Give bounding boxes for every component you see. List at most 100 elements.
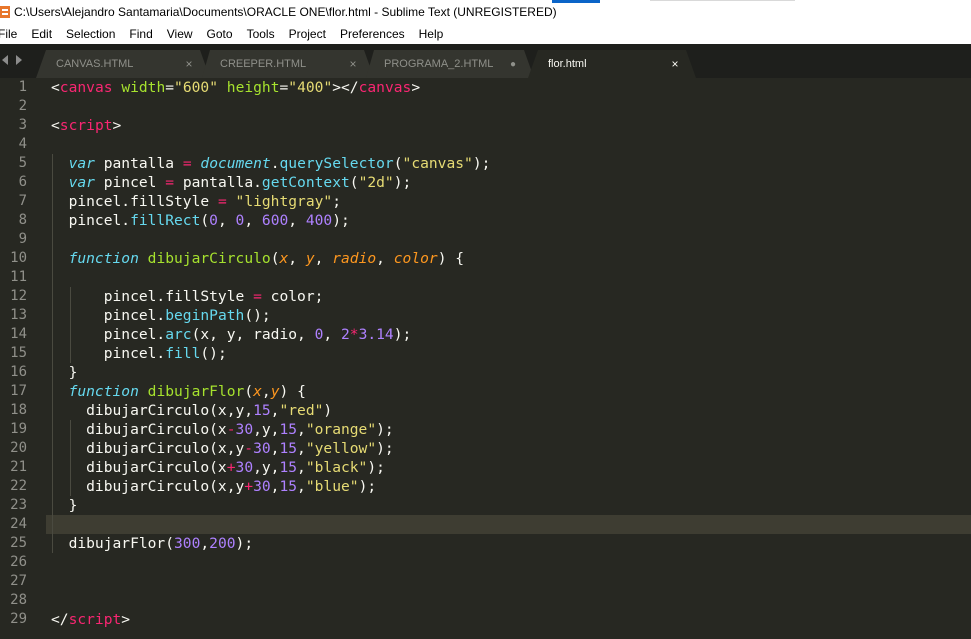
code-line[interactable]: function dibujarCirculo(x, y, radio, col… [51,249,464,268]
code-line[interactable]: dibujarCirculo(x+30,y,15,"black"); [51,458,385,477]
code-line[interactable]: pincel.fill(); [51,344,227,363]
line-number: 22 [10,478,27,494]
tab-close-icon[interactable]: × [664,57,686,71]
line-number: 20 [10,440,27,456]
code-token: } [51,497,78,514]
menu-help[interactable]: Help [412,24,451,44]
code-line[interactable]: pincel.fillRect(0, 0, 600, 400); [51,211,350,230]
code-token: dibujarCirculo [147,250,271,267]
code-token: pincel. [51,345,166,362]
code-token: dibujarFlor( [51,535,175,552]
line-number: 7 [18,193,27,209]
code-token: < [51,79,60,96]
current-line-highlight [46,515,971,534]
menu-selection[interactable]: Selection [59,24,122,44]
code-token: dibujarFlor [147,383,245,400]
menu-preferences[interactable]: Preferences [333,24,412,44]
code-line[interactable]: function dibujarFlor(x,y) { [51,382,306,401]
menu-project[interactable]: Project [282,24,333,44]
tab-close-icon[interactable]: × [342,57,364,71]
window-title-bar[interactable]: C:\Users\Alejandro Santamaria\Documents\… [0,0,971,24]
code-token: 0 [209,212,218,229]
code-token: } [51,364,78,381]
code-line[interactable]: var pincel = pantalla.getContext("2d"); [51,173,412,192]
menu-find[interactable]: Find [122,24,159,44]
code-token: getContext [261,174,350,191]
code-token: x [253,383,262,400]
code-token: ); [472,155,491,172]
line-number: 16 [10,364,27,380]
code-line[interactable]: pincel.fillStyle = color; [51,287,324,306]
code-token: , [200,535,210,552]
code-token: pantalla [94,155,183,172]
code-token: + [244,478,254,495]
code-line[interactable]: pincel.arc(x, y, radio, 0, 2*3.14); [51,325,412,344]
tab-label: CREEPER.HTML [220,58,307,70]
code-token: function [68,250,139,267]
code-line[interactable]: dibujarFlor(300,200); [51,534,254,553]
code-token: - [226,421,236,438]
code-token: , [323,326,341,343]
code-token: = [182,155,192,172]
indent-guide [70,287,71,363]
tab-edge [366,50,374,78]
code-line[interactable]: dibujarCirculo(x,y-30,15,"yellow"); [51,439,394,458]
code-token: arc [165,326,192,343]
code-token: dibujarCirculo(x,y, [51,402,254,419]
code-token: ); [393,326,412,343]
code-token: ); [376,440,394,457]
code-token: dibujarCirculo(x [51,421,227,438]
tab-modified-icon[interactable]: ● [502,59,524,70]
line-number: 23 [10,497,27,513]
code-token: ,y, [253,459,280,476]
tab-canvas-html[interactable]: CANVAS.HTML × [46,50,200,78]
code-token: < [51,117,60,134]
menu-view[interactable]: View [160,24,200,44]
code-line[interactable]: var pantalla = document.querySelector("c… [51,154,491,173]
line-number: 5 [18,155,27,171]
code-token: ) [323,402,333,419]
code-line[interactable]: } [51,363,78,382]
code-token: , [288,212,306,229]
tab-creeper-html[interactable]: CREEPER.HTML × [210,50,364,78]
menu-goto[interactable]: Goto [200,24,240,44]
line-number: 24 [10,516,27,532]
line-number: 6 [18,174,27,190]
code-editor[interactable]: 1 2 3 4 5 6 7 8 9 10 11 12 13 14 15 16 17 18 19 20 21 22 23 24 2… [0,78,971,639]
menu-edit[interactable]: Edit [24,24,59,44]
code-line[interactable]: pincel.fillStyle = "lightgray"; [51,192,341,211]
code-line[interactable]: <script> [51,116,121,135]
code-token: , [261,383,271,400]
code-line[interactable]: dibujarCirculo(x-30,y,15,"orange"); [51,420,394,439]
code-token: beginPath [165,307,245,324]
code-token: ,y, [253,421,280,438]
tab-edge [36,50,46,78]
code-line[interactable]: </script> [51,610,130,629]
tab-flor-html[interactable]: flor.html × [538,50,686,78]
code-line[interactable]: pincel.beginPath(); [51,306,271,325]
tab-close-icon[interactable]: × [178,57,200,71]
code-token: (); [244,307,271,324]
line-number: 1 [18,79,27,95]
line-number: 13 [10,307,27,323]
code-line[interactable]: dibujarCirculo(x,y+30,15,"blue"); [51,477,376,496]
code-token: script [59,117,113,134]
tab-nav-arrows-icon[interactable] [1,54,23,66]
tab-programa2-html[interactable]: PROGRAMA_2.HTML ● [374,50,524,78]
code-token: , [244,212,262,229]
code-token: > [112,117,122,134]
code-line[interactable]: dibujarCirculo(x,y,15,"red") [51,401,332,420]
title-bar-divider [650,0,795,1]
menu-file[interactable]: File [0,24,24,44]
line-number: 11 [10,269,27,285]
menu-tools[interactable]: Tools [240,24,282,44]
code-token: - [244,440,254,457]
code-line[interactable]: <canvas width="600" height="400"></canva… [51,78,420,97]
tab-edge [202,50,210,78]
code-line[interactable]: } [51,496,78,515]
